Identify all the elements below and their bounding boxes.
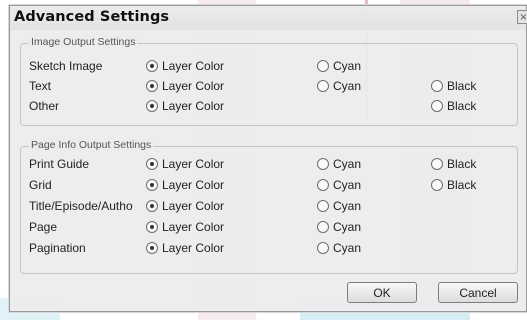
radio-label: Cyan	[333, 241, 362, 255]
advanced-settings-dialog: Advanced Settings × Image Output Setting…	[9, 5, 527, 312]
row-label-other: Other	[29, 99, 60, 113]
grid-layer-color-radio[interactable]: Layer Color	[146, 178, 224, 192]
radio-checked-icon	[146, 242, 158, 254]
radio-unchecked-icon	[317, 242, 329, 254]
radio-unchecked-icon	[317, 200, 329, 212]
close-button[interactable]: ×	[517, 10, 527, 24]
grid-black-radio[interactable]: Black	[431, 178, 476, 192]
text-black-radio[interactable]: Black	[431, 79, 476, 93]
row-label-grid: Grid	[29, 178, 52, 192]
radio-label: Layer Color	[162, 59, 225, 73]
other-black-radio[interactable]: Black	[431, 99, 476, 113]
radio-unchecked-icon	[431, 80, 443, 92]
sketch-image-layer-color-radio[interactable]: Layer Color	[146, 59, 224, 73]
radio-checked-icon	[146, 80, 158, 92]
radio-label: Black	[447, 99, 477, 113]
radio-label: Black	[447, 178, 477, 192]
radio-label: Black	[447, 157, 477, 171]
grid-cyan-radio[interactable]: Cyan	[317, 178, 361, 192]
radio-label: Cyan	[333, 79, 362, 93]
dialog-title: Advanced Settings	[14, 9, 170, 25]
radio-unchecked-icon	[317, 60, 329, 72]
image-output-settings-legend: Image Output Settings	[29, 36, 138, 48]
page-cyan-radio[interactable]: Cyan	[317, 220, 361, 234]
print-guide-black-radio[interactable]: Black	[431, 157, 476, 171]
image-output-settings-group: Image Output Settings Sketch Image Layer…	[20, 36, 518, 126]
radio-unchecked-icon	[431, 179, 443, 191]
screen: Advanced Settings × Image Output Setting…	[0, 0, 527, 320]
radio-checked-icon	[146, 179, 158, 191]
row-label-sketch-image: Sketch Image	[29, 59, 103, 73]
radio-label: Cyan	[333, 59, 362, 73]
radio-label: Layer Color	[162, 99, 225, 113]
pagination-cyan-radio[interactable]: Cyan	[317, 241, 361, 255]
radio-label: Cyan	[333, 199, 362, 213]
radio-label: Layer Color	[162, 199, 225, 213]
radio-label: Black	[447, 79, 477, 93]
radio-label: Cyan	[333, 220, 362, 234]
radio-label: Layer Color	[162, 241, 225, 255]
radio-checked-icon	[146, 221, 158, 233]
radio-unchecked-icon	[317, 179, 329, 191]
other-layer-color-radio[interactable]: Layer Color	[146, 99, 224, 113]
print-guide-layer-color-radio[interactable]: Layer Color	[146, 157, 224, 171]
radio-checked-icon	[146, 100, 158, 112]
radio-checked-icon	[146, 158, 158, 170]
title-episode-author-cyan-radio[interactable]: Cyan	[317, 199, 361, 213]
row-label-text: Text	[29, 79, 52, 93]
page-info-output-settings-legend: Page Info Output Settings	[29, 139, 154, 151]
radio-unchecked-icon	[317, 80, 329, 92]
title-episode-author-layer-color-radio[interactable]: Layer Color	[146, 199, 224, 213]
radio-label: Layer Color	[162, 79, 225, 93]
sketch-image-cyan-radio[interactable]: Cyan	[317, 59, 361, 73]
radio-label: Layer Color	[162, 220, 225, 234]
row-label-print-guide: Print Guide	[29, 157, 90, 171]
print-guide-cyan-radio[interactable]: Cyan	[317, 157, 361, 171]
radio-label: Layer Color	[162, 178, 225, 192]
text-cyan-radio[interactable]: Cyan	[317, 79, 361, 93]
radio-label: Cyan	[333, 157, 362, 171]
text-layer-color-radio[interactable]: Layer Color	[146, 79, 224, 93]
radio-unchecked-icon	[317, 221, 329, 233]
radio-checked-icon	[146, 200, 158, 212]
radio-unchecked-icon	[431, 158, 443, 170]
radio-checked-icon	[146, 60, 158, 72]
pagination-layer-color-radio[interactable]: Layer Color	[146, 241, 224, 255]
radio-label: Layer Color	[162, 157, 225, 171]
cancel-button[interactable]: Cancel	[438, 282, 518, 303]
radio-unchecked-icon	[431, 100, 443, 112]
dialog-titlebar[interactable]: Advanced Settings ×	[10, 6, 527, 30]
radio-label: Cyan	[333, 178, 362, 192]
row-label-page: Page	[29, 220, 58, 234]
page-layer-color-radio[interactable]: Layer Color	[146, 220, 224, 234]
page-info-output-settings-group: Page Info Output Settings Print Guide La…	[20, 139, 518, 274]
ok-button[interactable]: OK	[347, 282, 417, 303]
row-label-title-episode-author: Title/Episode/Autho	[29, 199, 133, 213]
radio-unchecked-icon	[317, 158, 329, 170]
close-icon: ×	[519, 12, 527, 23]
row-label-pagination: Pagination	[29, 241, 86, 255]
